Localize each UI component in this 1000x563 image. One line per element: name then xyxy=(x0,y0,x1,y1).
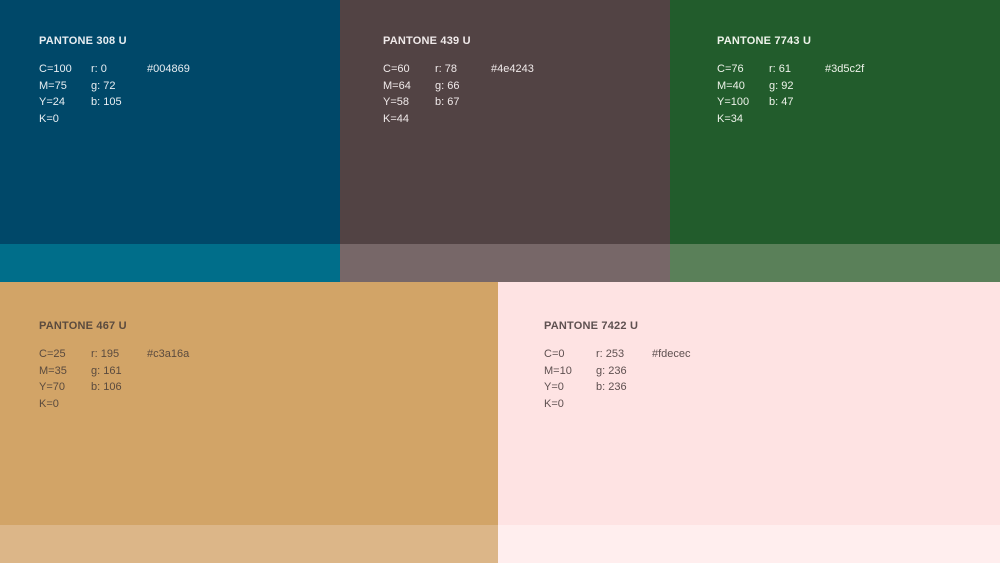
cmyk-k: K=0 xyxy=(39,397,59,410)
rgb-g: g: 236 xyxy=(596,364,627,377)
cmyk-y: Y=24 xyxy=(39,96,65,108)
hex-code: #004869 xyxy=(147,63,190,75)
hex-code: #fdecec xyxy=(652,348,691,360)
swatch-tint-band xyxy=(670,244,1000,282)
rgb-b: b: 106 xyxy=(91,381,122,393)
cmyk-k: K=0 xyxy=(544,397,564,410)
swatch-pantone-467u: PANTONE 467 U C=25 r: 195 #c3a16a M=35 g… xyxy=(0,282,498,563)
rgb-b: b: 105 xyxy=(91,96,122,108)
swatch-pantone-7422u: PANTONE 7422 U C=0 r: 253 #fdecec M=10 g… xyxy=(498,282,1000,563)
cmyk-k: K=0 xyxy=(39,112,59,125)
cmyk-m: M=10 xyxy=(544,364,572,377)
rgb-r: r: 61 xyxy=(769,63,792,75)
swatch-name: PANTONE 7743 U xyxy=(717,35,812,47)
rgb-r: r: 195 xyxy=(91,348,120,360)
cmyk-c: C=76 xyxy=(717,63,744,75)
swatch-name: PANTONE 467 U xyxy=(39,320,127,332)
swatch-name: PANTONE 7422 U xyxy=(544,320,639,332)
swatch-pantone-308u: PANTONE 308 U C=100 r: 0 #004869 M=75 g:… xyxy=(0,0,340,282)
cmyk-y: Y=100 xyxy=(717,96,750,108)
rgb-r: r: 253 xyxy=(596,348,625,360)
rgb-r: r: 0 xyxy=(91,63,107,75)
rgb-b: b: 236 xyxy=(596,381,627,393)
cmyk-m: M=40 xyxy=(717,79,745,92)
swatch-info: PANTONE 308 U C=100 r: 0 #004869 M=75 g:… xyxy=(39,35,190,126)
rgb-g: g: 66 xyxy=(435,79,460,92)
swatch-tint-band xyxy=(340,244,670,282)
swatch-info: PANTONE 467 U C=25 r: 195 #c3a16a M=35 g… xyxy=(39,320,189,411)
cmyk-m: M=64 xyxy=(383,79,411,92)
swatch-info: PANTONE 7743 U C=76 r: 61 #3d5c2f M=40 g… xyxy=(717,35,864,126)
hex-code: #3d5c2f xyxy=(825,63,865,75)
cmyk-y: Y=0 xyxy=(544,381,564,393)
swatch-name: PANTONE 439 U xyxy=(383,35,471,47)
swatch-pantone-7743u: PANTONE 7743 U C=76 r: 61 #3d5c2f M=40 g… xyxy=(670,0,1000,282)
cmyk-k: K=34 xyxy=(717,112,743,125)
rgb-g: g: 92 xyxy=(769,79,794,92)
rgb-g: g: 161 xyxy=(91,364,122,377)
cmyk-c: C=25 xyxy=(39,348,66,360)
cmyk-y: Y=70 xyxy=(39,381,65,393)
cmyk-c: C=0 xyxy=(544,348,565,360)
swatch-info: PANTONE 439 U C=60 r: 78 #4e4243 M=64 g:… xyxy=(383,35,534,126)
rgb-g: g: 72 xyxy=(91,79,116,92)
swatch-tint-band xyxy=(0,525,498,563)
swatch-tint-band xyxy=(498,525,1000,563)
swatch-tint-band xyxy=(0,244,340,282)
cmyk-m: M=35 xyxy=(39,364,67,377)
swatch-pantone-439u: PANTONE 439 U C=60 r: 78 #4e4243 M=64 g:… xyxy=(340,0,670,282)
rgb-b: b: 67 xyxy=(435,96,460,108)
swatch-name: PANTONE 308 U xyxy=(39,35,127,47)
hex-code: #4e4243 xyxy=(491,63,534,75)
swatch-info: PANTONE 7422 U C=0 r: 253 #fdecec M=10 g… xyxy=(544,320,691,411)
hex-code: #c3a16a xyxy=(147,348,190,360)
rgb-b: b: 47 xyxy=(769,96,794,108)
cmyk-c: C=60 xyxy=(383,63,410,75)
cmyk-y: Y=58 xyxy=(383,96,409,108)
cmyk-c: C=100 xyxy=(39,63,72,75)
cmyk-k: K=44 xyxy=(383,112,409,125)
rgb-r: r: 78 xyxy=(435,63,458,75)
cmyk-m: M=75 xyxy=(39,79,67,92)
